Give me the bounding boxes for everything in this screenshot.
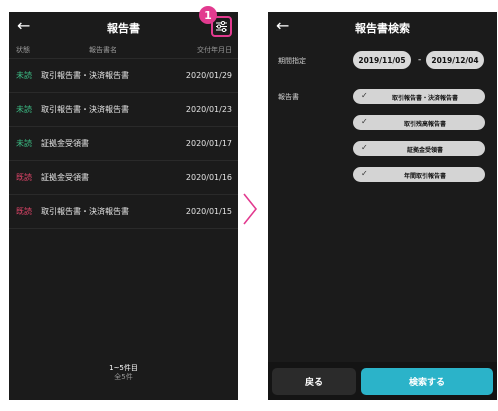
column-name: 報告書名 [89,46,117,54]
report-name: 取引報告書・決済報告書 [41,105,129,114]
status-badge: 未読 [16,139,32,148]
header: ← 報告書検索 [268,12,497,42]
report-name: 取引報告書・決済報告書 [41,207,129,216]
pagination-info: 1~5件目 全5件 [9,364,238,382]
report-date: 2020/01/23 [185,105,232,114]
date-separator: - [418,55,422,65]
report-type-chip[interactable]: ✓ 証拠金受領書 [353,141,485,156]
list-item[interactable]: 未読 取引報告書・決済報告書 2020/01/29 [9,58,238,92]
report-name: 証拠金受領書 [41,139,89,148]
status-badge: 既読 [16,173,32,182]
list-item[interactable]: 既読 証拠金受領書 2020/01/16 [9,160,238,194]
page-title: 報告書検索 [355,22,410,35]
report-type-chip[interactable]: ✓ 取引残高報告書 [353,115,485,130]
status-badge: 既読 [16,207,32,216]
filter-icon [216,21,227,32]
report-date: 2020/01/17 [185,139,232,148]
step-badge: 1 [199,6,217,24]
date-from-field[interactable]: 2019/11/05 [353,51,411,69]
report-date: 2020/01/29 [185,71,232,80]
list-item[interactable]: 未読 取引報告書・決済報告書 2020/01/23 [9,92,238,126]
report-name: 証拠金受領書 [41,173,89,182]
column-header: 状態 報告書名 交付年月日 [9,43,238,57]
column-date: 交付年月日 [197,46,232,54]
chevron-right-icon [243,193,258,225]
range-text: 1~5件目 [109,364,138,372]
check-icon: ✓ [361,91,368,100]
column-status: 状態 [16,46,30,54]
total-text: 全5件 [114,373,133,381]
report-type-label: 報告書 [278,93,299,101]
search-button[interactable]: 検索する [361,368,493,395]
report-name: 取引報告書・決済報告書 [41,71,129,80]
report-list: 未読 取引報告書・決済報告書 2020/01/29 未読 取引報告書・決済報告書… [9,58,238,229]
status-badge: 未読 [16,71,32,80]
report-type-chip[interactable]: ✓ 年間取引報告書 [353,167,485,182]
back-button[interactable]: 戻る [272,368,356,395]
report-type-chip[interactable]: ✓ 取引報告書・決済報告書 [353,89,485,104]
list-item[interactable]: 未読 証拠金受領書 2020/01/17 [9,126,238,160]
status-badge: 未読 [16,105,32,114]
date-to-field[interactable]: 2019/12/04 [426,51,484,69]
list-item[interactable]: 既読 取引報告書・決済報告書 2020/01/15 [9,194,238,229]
report-list-screen: ← 報告書 状態 報告書名 交付年月日 未読 取引報告書・決済報告書 2020/… [9,12,238,400]
check-icon: ✓ [361,169,368,178]
report-date: 2020/01/16 [185,173,232,182]
report-search-screen: ← 報告書検索 期間指定 2019/11/05 - 2019/12/04 報告書… [268,12,497,400]
check-icon: ✓ [361,143,368,152]
check-icon: ✓ [361,117,368,126]
report-date: 2020/01/15 [185,207,232,216]
action-bar: 戻る 検索する [268,362,497,400]
period-label: 期間指定 [278,57,306,65]
